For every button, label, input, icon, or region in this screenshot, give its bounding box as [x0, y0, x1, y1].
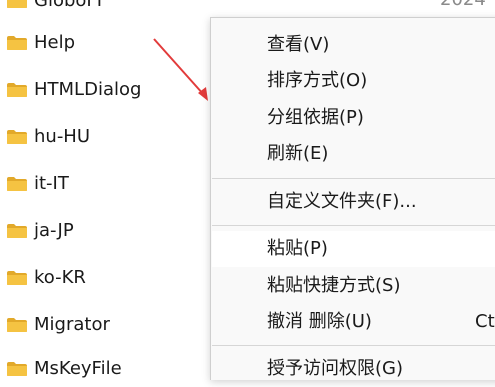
- menu-item-paste[interactable]: 粘贴(P): [212, 231, 495, 267]
- menu-item-refresh[interactable]: 刷新(E): [212, 136, 495, 172]
- folder-icon: [7, 130, 27, 144]
- menu-item-group-by[interactable]: 分组依据(P): [212, 100, 495, 136]
- list-item-ja-jp[interactable]: ja-JP: [0, 218, 210, 244]
- menu-item-label: 粘贴快捷方式(S): [267, 275, 401, 296]
- file-label: ko-KR: [34, 267, 86, 288]
- menu-item-undo-delete[interactable]: 撤消 删除(U) Ct: [212, 304, 495, 340]
- menu-item-give-access[interactable]: 授予访问权限(G): [212, 351, 495, 387]
- list-item-ko-kr[interactable]: ko-KR: [0, 265, 210, 291]
- folder-icon: [7, 36, 27, 50]
- folder-icon: [7, 177, 27, 191]
- menu-item-label: 查看(V): [267, 34, 330, 55]
- file-label: HTMLDialog: [34, 79, 142, 100]
- folder-icon: [7, 224, 27, 238]
- folder-icon: [7, 271, 27, 285]
- menu-item-label: 排序方式(O): [267, 70, 368, 91]
- file-label: it-IT: [34, 173, 69, 194]
- list-item-hu-hu[interactable]: hu-HU: [0, 124, 210, 150]
- file-label: Migrator: [34, 314, 110, 335]
- menu-item-label: 自定义文件夹(F)...: [267, 191, 417, 212]
- list-item-globoff[interactable]: GloboFF: [0, 0, 210, 14]
- list-item-help[interactable]: Help: [0, 30, 210, 56]
- file-explorer-window: GloboFF Help HTMLDialog hu-HU it-IT ja-J…: [0, 0, 495, 380]
- menu-separator: [212, 345, 495, 346]
- file-label: GloboFF: [34, 0, 108, 11]
- folder-icon: [7, 83, 27, 97]
- menu-item-customize-folder[interactable]: 自定义文件夹(F)...: [212, 184, 495, 220]
- list-item-migrator[interactable]: Migrator: [0, 312, 210, 338]
- menu-item-view[interactable]: 查看(V): [212, 27, 495, 63]
- menu-item-label: 撤消 删除(U): [267, 311, 372, 332]
- menu-item-label: 刷新(E): [267, 143, 329, 164]
- menu-separator: [212, 225, 495, 226]
- list-item-htmldialog[interactable]: HTMLDialog: [0, 77, 210, 103]
- menu-item-paste-shortcut[interactable]: 粘贴快捷方式(S): [212, 268, 495, 304]
- list-item-mskeyfile[interactable]: MsKeyFile: [0, 356, 210, 382]
- folder-icon: [7, 318, 27, 332]
- folder-icon: [7, 0, 27, 8]
- file-label: ja-JP: [34, 220, 74, 241]
- menu-item-label: 粘贴(P): [267, 238, 328, 259]
- menu-item-sort-by[interactable]: 排序方式(O): [212, 63, 495, 99]
- file-label: Help: [34, 32, 76, 53]
- list-item-it-it[interactable]: it-IT: [0, 171, 210, 197]
- menu-separator: [212, 178, 495, 179]
- modified-date: 2024: [440, 0, 486, 11]
- menu-item-label: 授予访问权限(G): [267, 358, 403, 379]
- file-label: hu-HU: [34, 126, 91, 147]
- menu-item-shortcut: Ct: [475, 311, 495, 332]
- file-list: GloboFF Help HTMLDialog hu-HU it-IT ja-J…: [0, 0, 215, 379]
- menu-item-label: 分组依据(P): [267, 107, 364, 128]
- file-label: MsKeyFile: [34, 358, 122, 379]
- folder-icon: [7, 362, 27, 376]
- context-menu: 查看(V) 排序方式(O) 分组依据(P) 刷新(E) 自定义文件夹(F)...…: [210, 17, 495, 380]
